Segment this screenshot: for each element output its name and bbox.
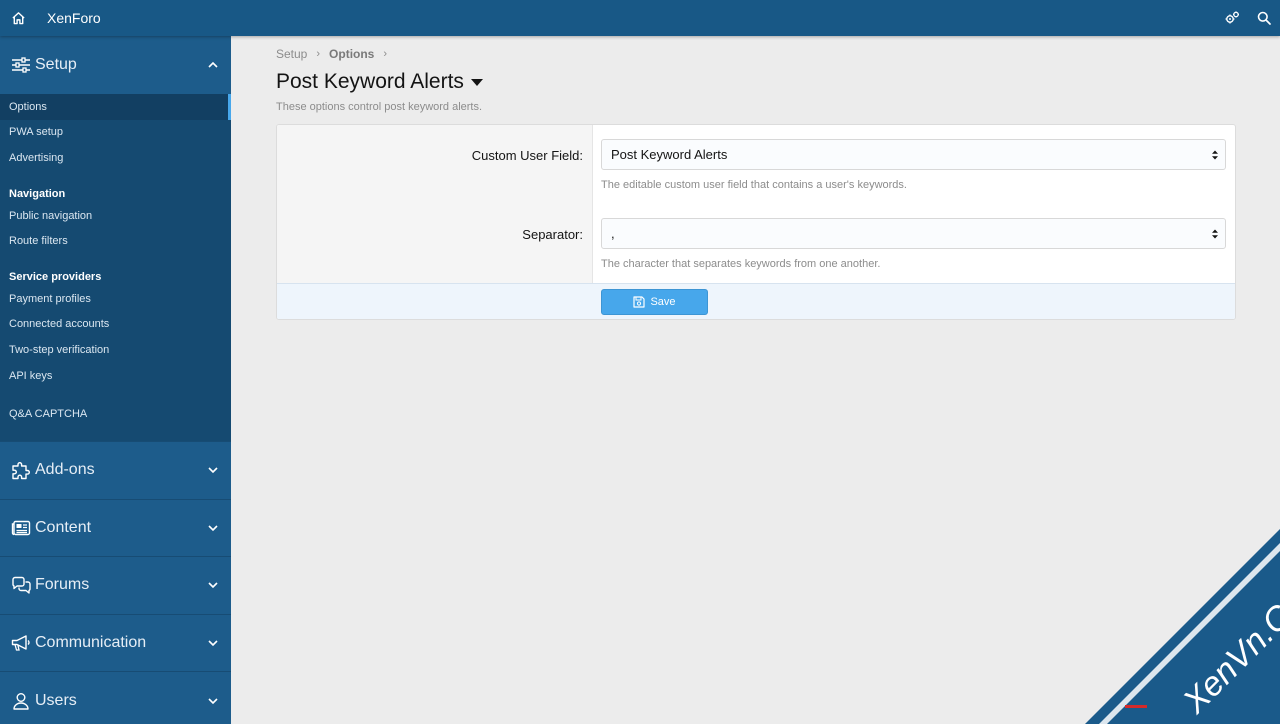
custom-user-field-select[interactable]: Post Keyword Alerts xyxy=(601,139,1226,170)
watermark: XenVn.Com xyxy=(1085,529,1280,724)
sidebar-section-label: Users xyxy=(35,691,77,709)
sidebar-heading-service-providers[interactable]: Service providers xyxy=(0,260,231,286)
sidebar-item-api-keys[interactable]: API keys xyxy=(0,363,231,389)
sidebar-section-setup[interactable]: Setup xyxy=(0,36,231,94)
brand-link[interactable]: XenForo xyxy=(47,10,101,26)
select-value: Post Keyword Alerts xyxy=(611,147,728,162)
sidebar-section-label: Content xyxy=(35,518,92,536)
top-bar: XenForo xyxy=(0,0,1280,36)
sidebar-item-advertising[interactable]: Advertising xyxy=(0,145,231,171)
sidebar-item-connected-accounts[interactable]: Connected accounts xyxy=(0,312,231,338)
sliders-icon xyxy=(10,54,32,76)
home-icon[interactable] xyxy=(0,0,36,36)
separator-label: Separator: xyxy=(522,227,583,242)
puzzle-icon xyxy=(10,459,32,481)
sidebar-item-route-filters[interactable]: Route filters xyxy=(0,228,231,254)
separator-select[interactable]: , xyxy=(601,218,1226,249)
comments-icon xyxy=(10,574,32,596)
sidebar-item-options[interactable]: Options xyxy=(0,94,231,120)
save-button-label: Save xyxy=(650,295,676,308)
breadcrumb-item-options[interactable]: Options xyxy=(329,47,374,61)
sidebar-section-forums[interactable]: Forums xyxy=(0,556,231,614)
setup-submenu: Options PWA setup Advertising Navigation… xyxy=(0,94,231,441)
sidebar-section-label: Setup xyxy=(35,56,77,73)
sidebar-item-public-navigation[interactable]: Public navigation xyxy=(0,203,231,229)
sidebar-section-users[interactable]: Users xyxy=(0,671,231,724)
user-icon xyxy=(10,690,32,712)
breadcrumb-separator-icon: › xyxy=(316,48,321,60)
form-fields-column: Post Keyword Alerts The editable custom … xyxy=(593,125,1235,283)
gears-icon[interactable] xyxy=(1216,0,1248,36)
breadcrumb: Setup › Options › xyxy=(276,47,1236,61)
newspaper-icon xyxy=(10,517,32,539)
watermark-text: XenVn.Com xyxy=(1175,564,1280,721)
sidebar-item-payment-profiles[interactable]: Payment profiles xyxy=(0,286,231,312)
page-title-row: Post Keyword Alerts xyxy=(276,67,1236,97)
sidebar-section-label: Forums xyxy=(35,576,90,594)
separator-row: , The character that separates keywords … xyxy=(601,204,1226,283)
sidebar-item-pwa-setup[interactable]: PWA setup xyxy=(0,120,231,146)
chevron-down-icon xyxy=(208,525,218,532)
sidebar-section-add-ons[interactable]: Add-ons xyxy=(0,441,231,499)
main-content: Setup › Options › Post Keyword Alerts Th… xyxy=(276,36,1236,320)
custom-user-field-hint: The editable custom user field that cont… xyxy=(601,179,907,191)
custom-user-field-label: Custom User Field: xyxy=(471,148,583,163)
sidebar-section-label: Add-ons xyxy=(35,461,95,479)
chevron-up-icon xyxy=(208,61,218,68)
megaphone-icon xyxy=(10,632,32,654)
page-title: Post Keyword Alerts xyxy=(276,70,464,93)
sidebar-item-qa-captcha[interactable]: Q&A CAPTCHA xyxy=(0,401,231,427)
sidebar-section-communication[interactable]: Communication xyxy=(0,613,231,672)
sidebar-section-content[interactable]: Content xyxy=(0,498,231,557)
chevron-down-icon xyxy=(208,698,218,704)
sidebar-section-label: Communication xyxy=(35,634,147,652)
sidebar-item-two-step-verification[interactable]: Two-step verification xyxy=(0,337,231,363)
form-labels-column: Custom User Field: Separator: xyxy=(277,125,593,283)
save-button[interactable]: Save xyxy=(601,288,708,315)
select-value: , xyxy=(611,226,615,241)
chevron-down-icon xyxy=(208,467,218,474)
form-submit-row: Save xyxy=(277,283,1235,319)
chevron-down-icon xyxy=(208,640,218,647)
select-arrows-icon xyxy=(1212,229,1218,238)
sidebar-heading-navigation[interactable]: Navigation xyxy=(0,177,231,203)
select-arrows-icon xyxy=(1212,150,1218,159)
page-description: These options control post keyword alert… xyxy=(276,101,483,113)
chevron-down-icon xyxy=(208,582,218,589)
options-form: Custom User Field: Separator: Post Keywo… xyxy=(276,124,1236,320)
search-icon[interactable] xyxy=(1248,0,1280,36)
caret-down-icon[interactable] xyxy=(470,78,483,86)
sidebar: Setup Options PWA setup Advertising Navi… xyxy=(0,36,231,724)
custom-user-field-row: Post Keyword Alerts The editable custom … xyxy=(601,125,1226,204)
save-icon xyxy=(633,295,646,308)
separator-hint: The character that separates keywords fr… xyxy=(601,258,881,270)
breadcrumb-item-setup[interactable]: Setup xyxy=(276,47,307,61)
breadcrumb-separator-icon: › xyxy=(383,48,388,60)
